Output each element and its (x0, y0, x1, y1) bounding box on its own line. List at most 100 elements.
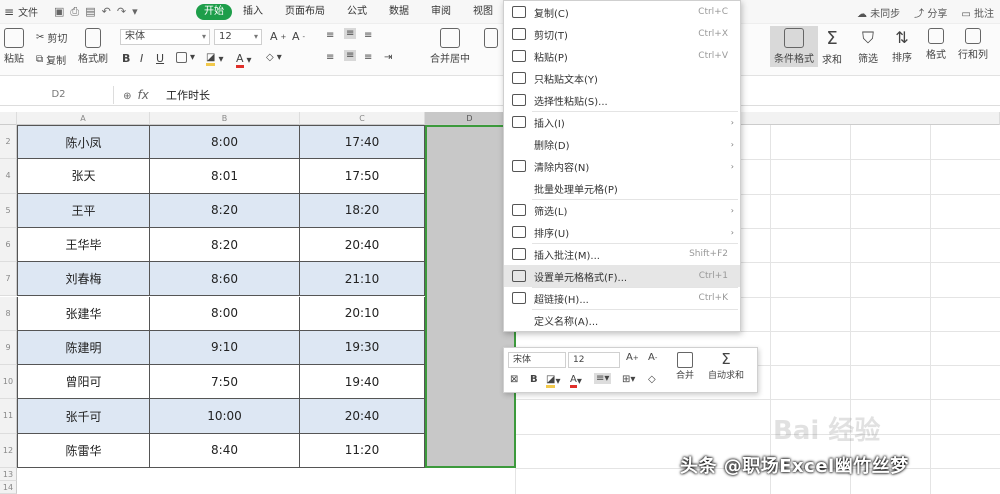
row-header[interactable]: 6 (0, 227, 17, 263)
cell-start-time[interactable]: 9:10 (150, 330, 300, 366)
tab-data[interactable]: 数据 (378, 0, 420, 24)
mini-merge-button[interactable]: 合并 (676, 352, 694, 381)
save-icon[interactable]: ▣ (54, 5, 64, 19)
bold-button[interactable]: B (122, 52, 130, 65)
align-left-button[interactable]: ≡ (326, 52, 334, 63)
mini-sum-button[interactable]: Σ 自动求和 (708, 350, 744, 381)
cell-start-time[interactable]: 8:00 (150, 296, 300, 331)
copy-button[interactable]: ⧉ 复制 (36, 52, 66, 67)
cell-name[interactable]: 陈小凤 (17, 125, 150, 160)
format-painter-button[interactable]: 格式刷 (78, 28, 108, 65)
row-header[interactable]: 4 (0, 159, 17, 194)
name-box[interactable]: D2 (4, 85, 114, 104)
sync-status[interactable]: ☁ 未同步 (857, 5, 900, 20)
comment-button[interactable]: ▭ 批注 (961, 5, 994, 20)
context-menu-item[interactable]: 删除(D) › (504, 133, 740, 155)
context-menu-item[interactable]: 设置单元格格式(F)... Ctrl+1 (504, 265, 740, 287)
sum-button[interactable]: Σ 求和 (822, 28, 842, 66)
cell-start-time[interactable]: 8:20 (150, 227, 300, 263)
cell-end-time[interactable]: 18:20 (300, 193, 425, 228)
row-header[interactable]: 8 (0, 296, 17, 331)
mini-border-button[interactable]: ⊞▾ (622, 374, 635, 385)
rows-cols-button[interactable]: 行和列 (958, 28, 988, 61)
font-name-select[interactable]: 宋体 ▾ (120, 29, 210, 45)
print-icon[interactable]: ⎙ (70, 5, 79, 19)
column-header-c[interactable]: C (300, 112, 425, 125)
context-menu-item[interactable]: 插入批注(M)... Shift+F2 (504, 243, 740, 265)
cell-start-time[interactable]: 8:20 (150, 193, 300, 228)
cell-end-time[interactable]: 19:40 (300, 365, 425, 400)
align-bottom-button[interactable]: ≡ (364, 30, 372, 41)
mini-shrink-font-button[interactable]: A- (648, 352, 657, 363)
print-preview-icon[interactable]: ▤ (85, 5, 95, 19)
row-header[interactable]: 14 (0, 481, 17, 494)
mini-format-painter-button[interactable]: ⊠ (510, 374, 518, 385)
wrap-text-button[interactable] (484, 28, 498, 48)
mini-font-size-select[interactable]: 12 (568, 352, 620, 368)
cell-start-time[interactable]: 8:40 (150, 433, 300, 468)
corner-cell[interactable] (0, 112, 17, 125)
shrink-font-button[interactable]: A- (292, 30, 305, 43)
row-header[interactable]: 10 (0, 365, 17, 400)
underline-button[interactable]: U (156, 52, 164, 65)
mini-grow-font-button[interactable]: A + (626, 352, 639, 363)
indent-button[interactable]: ⇥ (384, 52, 392, 63)
align-right-button[interactable]: ≡ (364, 52, 372, 63)
context-menu-item[interactable]: 剪切(T) Ctrl+X (504, 23, 740, 45)
align-top-button[interactable]: ≡ (326, 30, 334, 41)
tab-page-layout[interactable]: 页面布局 (274, 0, 336, 24)
align-middle-button[interactable]: ≡ (344, 28, 357, 39)
column-header-d[interactable]: D (425, 112, 515, 125)
context-menu-item[interactable]: 筛选(L) › (504, 199, 740, 221)
column-header-b[interactable]: B (150, 112, 300, 125)
cell-end-time[interactable]: 21:10 (300, 262, 425, 297)
mini-font-color-button[interactable]: A ▾ (570, 374, 582, 388)
font-size-select[interactable]: 12 ▾ (214, 29, 262, 45)
cell-name[interactable]: 陈建明 (17, 330, 150, 366)
cell-name[interactable]: 曾阳可 (17, 365, 150, 400)
context-menu-item[interactable]: 清除内容(N) › (504, 155, 740, 177)
cell-end-time[interactable]: 11:20 (300, 433, 425, 468)
share-button[interactable]: ⤴ 分享 (914, 5, 947, 20)
row-header[interactable]: 9 (0, 330, 17, 366)
fill-color-button[interactable]: ◪ ▾ (206, 52, 223, 66)
tab-review[interactable]: 审阅 (420, 0, 462, 24)
fx-icon[interactable]: ⊕ fx (114, 88, 158, 102)
context-menu-item[interactable]: 只粘贴文本(Y) (504, 67, 740, 89)
cell-end-time[interactable]: 20:10 (300, 296, 425, 331)
border-button[interactable]: ▾ (176, 52, 195, 63)
cell-name[interactable]: 陈雷华 (17, 433, 150, 468)
dropdown-icon[interactable]: ▾ (132, 5, 138, 19)
cell-name[interactable]: 张千可 (17, 399, 150, 434)
undo-icon[interactable]: ↶ (102, 5, 111, 19)
cell-end-time[interactable]: 17:50 (300, 159, 425, 194)
context-menu-item[interactable]: 选择性粘贴(S)... (504, 89, 740, 111)
cell-end-time[interactable]: 20:40 (300, 399, 425, 434)
context-menu-item[interactable]: 批量处理单元格(P) (504, 177, 740, 199)
row-header[interactable]: 11 (0, 399, 17, 434)
merge-center-button[interactable]: 合并居中 (430, 28, 470, 65)
mini-bold-button[interactable]: B (530, 374, 538, 385)
mini-align-button[interactable]: ≡▾ (594, 373, 612, 384)
redo-icon[interactable]: ↷ (117, 5, 126, 19)
cell-start-time[interactable]: 10:00 (150, 399, 300, 434)
cell-end-time[interactable]: 20:40 (300, 227, 425, 263)
row-header[interactable]: 13 (0, 468, 17, 481)
sort-button[interactable]: ⇅ 排序 (892, 28, 912, 64)
context-menu-item[interactable]: 排序(U) › (504, 221, 740, 243)
cut-button[interactable]: ✂ 剪切 (36, 30, 67, 45)
grow-font-button[interactable]: A + (270, 30, 286, 43)
filter-button[interactable]: ⛉ 筛选 (858, 28, 878, 65)
row-header[interactable]: 12 (0, 433, 17, 468)
conditional-format-button[interactable]: 条件格式 (770, 26, 818, 67)
cell-name[interactable]: 王华毕 (17, 227, 150, 263)
format-button[interactable]: 格式 (926, 28, 946, 61)
mini-fill-color-button[interactable]: ◪ ▾ (546, 374, 560, 388)
paste-button[interactable]: 粘贴 (4, 28, 24, 65)
cell-start-time[interactable]: 8:60 (150, 262, 300, 297)
context-menu-item[interactable]: 超链接(H)... Ctrl+K (504, 287, 740, 309)
mini-font-name-select[interactable]: 宋体 (508, 352, 566, 368)
cell-start-time[interactable]: 8:01 (150, 159, 300, 194)
cell-name[interactable]: 王平 (17, 193, 150, 228)
tab-insert[interactable]: 插入 (232, 0, 274, 24)
